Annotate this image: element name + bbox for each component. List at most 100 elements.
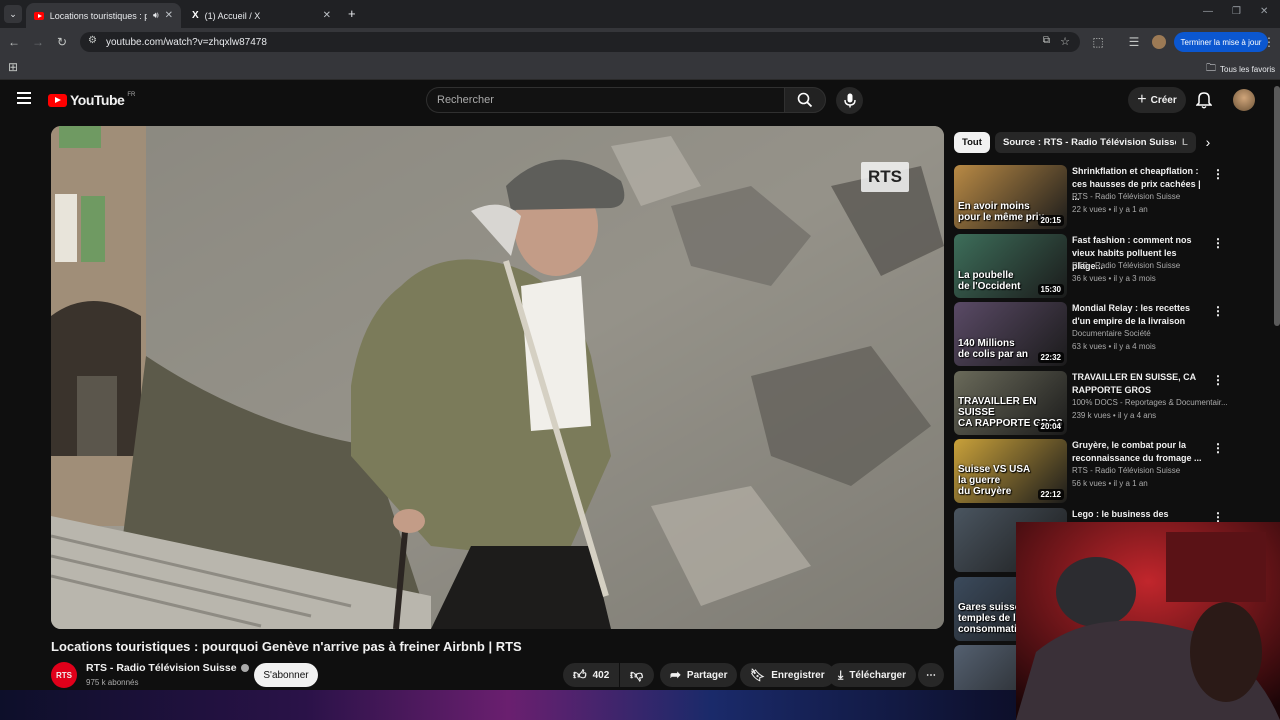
profile-avatar[interactable] xyxy=(1152,35,1166,49)
video-thumbnail[interactable]: La poubelle de l'Occident 15:30 xyxy=(954,234,1067,298)
menu-kebab-icon[interactable]: ⋮ xyxy=(1262,32,1276,52)
x-favicon-icon: X xyxy=(192,10,199,21)
recommendation-title[interactable]: Gruyère, le combat pour la reconnaissanc… xyxy=(1072,439,1208,465)
restore-button[interactable]: ❐ xyxy=(1232,6,1241,17)
desktop-background-strip xyxy=(0,690,1016,720)
more-vertical-icon[interactable]: ⋮ xyxy=(1212,236,1224,250)
install-app-icon[interactable]: ⧉ xyxy=(1043,35,1050,46)
video-player[interactable]: RTS xyxy=(51,126,944,629)
new-tab-button[interactable]: + xyxy=(348,6,356,21)
duration-badge: 15:30 xyxy=(1037,284,1064,295)
save-button[interactable]: 🔖︎ Enregistrer xyxy=(740,663,835,687)
subscriber-count: 975 k abonnés xyxy=(86,678,139,687)
duration-badge: 22:32 xyxy=(1037,352,1064,363)
recommendation-card[interactable]: En avoir moins pour le même prix 20:15 Shr… xyxy=(954,165,1274,229)
verified-icon xyxy=(240,664,249,672)
youtube-wordmark: YouTube xyxy=(70,92,125,108)
youtube-header: YouTube FR Rechercher + Créer xyxy=(0,80,1280,120)
close-window-button[interactable]: ✕ xyxy=(1260,6,1268,17)
video-thumbnail[interactable]: 140 Millions de colis par an 22:32 xyxy=(954,302,1067,366)
chip-source[interactable]: Source : RTS - Radio Télévision Suisse xyxy=(995,132,1188,153)
extensions-icon[interactable]: ⬚ xyxy=(1088,32,1108,52)
subscribe-button[interactable]: S'abonner xyxy=(254,663,318,687)
notifications-bell-icon[interactable] xyxy=(1195,91,1213,114)
recommendation-title[interactable]: TRAVAILLER EN SUISSE, CA RAPPORTE GROS xyxy=(1072,371,1208,397)
tab-search-button[interactable]: ⌄ xyxy=(4,5,22,23)
video-thumbnail[interactable]: TRAVAILLER EN SUISSE CA RAPPORTE GROS20:… xyxy=(954,371,1067,435)
more-vertical-icon[interactable]: ⋮ xyxy=(1212,373,1224,387)
search-input[interactable]: Rechercher xyxy=(426,87,784,113)
plus-icon: + xyxy=(1137,91,1147,108)
thumbnail-overlay-text: En avoir moins pour le même prix xyxy=(958,201,1045,223)
more-vertical-icon[interactable]: ⋮ xyxy=(1212,441,1224,455)
share-label: Partager xyxy=(686,669,728,681)
share-button[interactable]: ➦ Partager xyxy=(660,663,738,687)
recommendation-channel[interactable]: Documentaire Société xyxy=(1072,329,1227,338)
chips-next-chevron-icon[interactable]: › xyxy=(1200,134,1216,150)
minimize-button[interactable]: — xyxy=(1203,6,1213,17)
tab-youtube[interactable]: Locations touristiques : pou 🔊︎ ✕ xyxy=(26,3,181,28)
forward-icon[interactable]: → xyxy=(28,32,48,52)
video-thumbnail[interactable]: En avoir moins pour le même prix 20:15 xyxy=(954,165,1067,229)
webcam-overlay xyxy=(1016,522,1280,720)
channel-avatar[interactable]: RTS xyxy=(51,662,77,688)
more-actions-button[interactable]: ⋯ xyxy=(918,663,944,687)
recommendation-card[interactable]: Suisse VS USA la guerre du Gruyère 22:12 G… xyxy=(954,439,1274,503)
update-browser-button[interactable]: Terminer la mise à jour xyxy=(1174,32,1268,52)
thumbnail-overlay-text: Suisse VS USA la guerre du Gruyère xyxy=(958,464,1031,497)
recommendation-card[interactable]: 140 Millions de colis par an 22:32 Mondial… xyxy=(954,302,1274,366)
reading-list-icon[interactable]: ☰ xyxy=(1124,32,1144,52)
page-scrollbar[interactable] xyxy=(1274,86,1280,326)
recommendation-channel[interactable]: RTS - Radio Télévision Suisse xyxy=(1072,192,1227,201)
download-label: Télécharger xyxy=(849,669,907,681)
chip-all[interactable]: Tout xyxy=(954,132,990,153)
tab-title: Locations touristiques : pou xyxy=(49,10,147,21)
search-button[interactable] xyxy=(784,87,826,113)
bookmark-star-icon[interactable]: ☆ xyxy=(1060,35,1070,48)
duration-badge: 20:15 xyxy=(1037,215,1064,226)
recommendation-meta: 22 k vues • il y a 1 an xyxy=(1072,205,1148,214)
back-icon[interactable]: ← xyxy=(4,32,24,52)
channel-avatar-text: RTS xyxy=(56,670,72,680)
recommendation-channel[interactable]: 100% DOCS - Reportages & Documentair... xyxy=(1072,398,1227,407)
address-bar[interactable]: ⚙ youtube.com/watch?v=zhqxlw87478 ⧉ ☆ xyxy=(80,32,1080,52)
video-thumbnail[interactable]: Suisse VS USA la guerre du Gruyère 22:12 xyxy=(954,439,1067,503)
thumbnail-overlay-text: 140 Millions de colis par an xyxy=(958,338,1029,360)
recommendation-channel[interactable]: RTS - Radio Télévision Suisse xyxy=(1072,466,1227,475)
thumbs-down-icon: 👎︎ xyxy=(630,667,644,682)
voice-search-button[interactable] xyxy=(836,87,863,114)
search-icon xyxy=(797,92,813,108)
speaker-icon: 🔊︎ xyxy=(152,10,159,20)
recommendation-title[interactable]: Mondial Relay : les recettes d'un empire… xyxy=(1072,302,1208,328)
browser-toolbar: ← → ↻ ⚙ youtube.com/watch?v=zhqxlw87478 … xyxy=(0,28,1280,56)
reload-icon[interactable]: ↻ xyxy=(52,32,72,52)
channel-name[interactable]: RTS - Radio Télévision Suisse xyxy=(86,662,249,674)
tab-title: (1) Accueil / X xyxy=(204,10,261,21)
browser-tab-strip: ⌄ Locations touristiques : pou 🔊︎ ✕ X (1… xyxy=(0,0,1280,28)
site-info-icon[interactable]: ⚙ xyxy=(88,35,97,46)
dislike-button[interactable]: 👎︎ xyxy=(620,663,654,687)
chip-partial[interactable]: L xyxy=(1176,132,1196,153)
microphone-icon xyxy=(843,93,856,108)
all-bookmarks-label: Tous les favoris xyxy=(1220,65,1276,74)
save-label: Enregistrer xyxy=(771,669,825,681)
create-button[interactable]: + Créer xyxy=(1128,87,1186,113)
all-bookmarks-button[interactable]: 🗀 Tous les favoris xyxy=(1206,61,1275,78)
account-avatar[interactable] xyxy=(1233,89,1255,111)
duration-badge: 20:04 xyxy=(1037,421,1064,432)
recommendation-card[interactable]: La poubelle de l'Occident 15:30 Fast fashi… xyxy=(954,234,1274,298)
apps-grid-icon[interactable]: ⊞ xyxy=(8,60,18,74)
tab-close-button[interactable]: ✕ xyxy=(323,10,331,21)
recommendation-channel[interactable]: RTS - Radio Télévision Suisse xyxy=(1072,261,1227,270)
more-vertical-icon[interactable]: ⋮ xyxy=(1212,167,1224,181)
hamburger-menu-icon[interactable] xyxy=(17,92,31,104)
more-vertical-icon[interactable]: ⋮ xyxy=(1212,304,1224,318)
tab-x[interactable]: X (1) Accueil / X ✕ xyxy=(184,3,339,28)
youtube-logo[interactable]: YouTube FR xyxy=(48,92,135,108)
recommendation-meta: 56 k vues • il y a 1 an xyxy=(1072,479,1148,488)
like-button[interactable]: 👍︎ 402 xyxy=(563,663,619,687)
download-button[interactable]: ⤓ Télécharger xyxy=(828,663,917,687)
recommendation-card[interactable]: TRAVAILLER EN SUISSE CA RAPPORTE GROS20:… xyxy=(954,371,1274,435)
tab-close-button[interactable]: ✕ xyxy=(165,10,173,21)
recommendation-title[interactable]: Lego : le business des xyxy=(1072,508,1208,521)
